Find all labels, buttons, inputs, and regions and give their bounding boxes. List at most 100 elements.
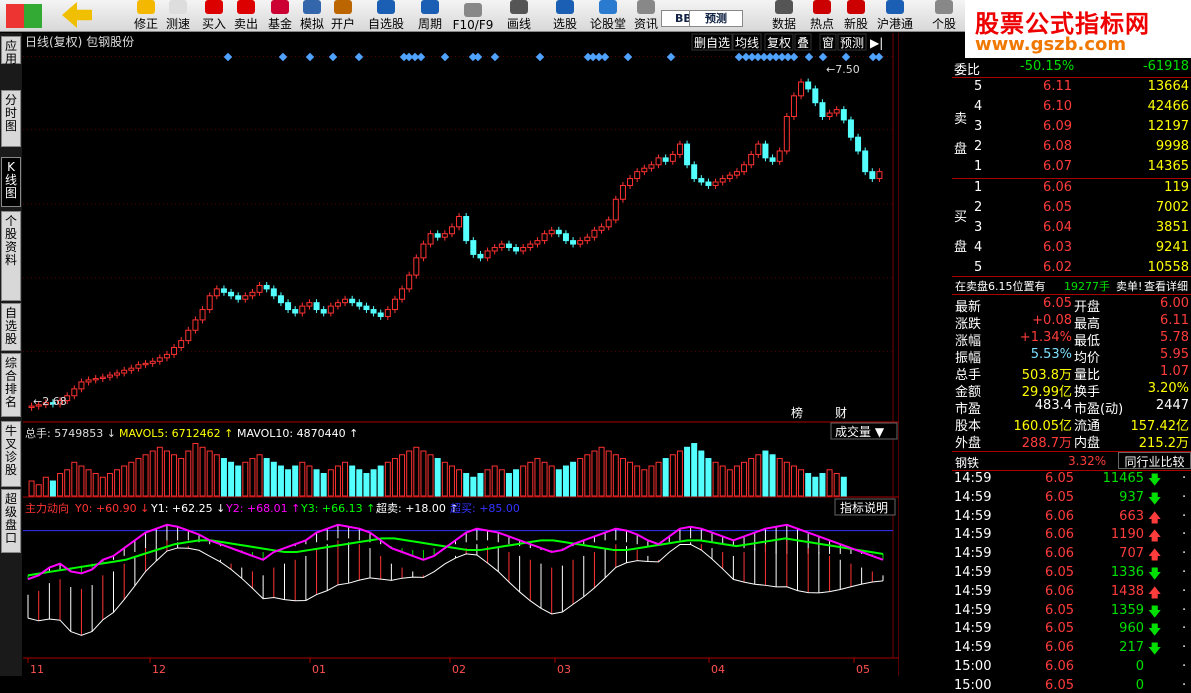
tick-price: 6.05: [1045, 565, 1074, 580]
volume-bar: [206, 450, 213, 497]
toolbar-icon: [169, 0, 187, 14]
toolbar-label: 画线: [506, 17, 531, 31]
candle-body: [527, 243, 534, 249]
toolbar-button-2[interactable]: 买入: [196, 0, 232, 32]
tick-dot: ·: [1182, 677, 1187, 693]
buy-volume: 9241: [1155, 240, 1189, 255]
candle-body: [199, 309, 206, 321]
candle-body: [263, 284, 270, 290]
candle-body: [377, 312, 384, 317]
app-logo-icon[interactable]: [6, 4, 42, 28]
volume-bar: [28, 480, 35, 497]
candle-body: [705, 181, 712, 186]
candle-body: [748, 153, 755, 166]
view-detail-link[interactable]: 查看详细: [1144, 278, 1188, 294]
candle-body: [798, 81, 805, 97]
toolbar-icon: [510, 0, 528, 14]
toolbar-icon: [377, 0, 395, 14]
volume-bar: [655, 461, 662, 497]
candle-body: [142, 362, 149, 366]
vtab-7[interactable]: 超级盘口: [1, 489, 21, 553]
toolbar-button-17[interactable]: 沪港通: [877, 0, 913, 32]
vtab-2[interactable]: K线图: [1, 157, 21, 207]
toolbar-label: 开户: [330, 17, 355, 31]
candle-body: [726, 174, 733, 180]
candle-body: [406, 274, 413, 290]
candle-body: [541, 233, 548, 242]
tick-dot: ·: [1182, 489, 1187, 505]
volume-bar: [570, 461, 577, 497]
candle-body: [855, 136, 862, 152]
vtab-5[interactable]: 综合排名: [1, 353, 21, 417]
toolbar-label: 卖出: [233, 17, 258, 31]
toolbar-button-12[interactable]: 论股堂: [590, 0, 626, 32]
volume-bar: [121, 465, 128, 497]
volume-bar: [562, 465, 569, 497]
candle-body: [755, 143, 762, 155]
toolbar-button-7[interactable]: 自选股: [368, 0, 404, 32]
toolbar-button-8[interactable]: 周期: [412, 0, 448, 32]
toolbar-button-3[interactable]: 卖出: [228, 0, 264, 32]
toolbar-icon: [464, 3, 482, 17]
candle-body: [178, 340, 185, 348]
toolbar-button-9[interactable]: F10/F9: [453, 0, 493, 32]
toolbar-label: 资讯: [633, 17, 658, 31]
volume-bar: [805, 473, 812, 497]
chart-tool-label: 叠: [797, 36, 809, 50]
sector-compare-button[interactable]: 同行业比较: [1118, 452, 1191, 469]
toolbar-icon: [421, 0, 439, 14]
sell-price: 6.08: [1043, 139, 1072, 154]
candle-body: [220, 288, 227, 293]
toolbar-button-13[interactable]: 资讯: [628, 0, 664, 32]
sell-level: 1: [974, 159, 983, 174]
candle-body: [228, 291, 235, 297]
candle-body: [306, 302, 313, 307]
candle-body: [242, 295, 249, 300]
toolbar-button-11[interactable]: 选股: [547, 0, 583, 32]
volume-bar: [591, 450, 598, 497]
vtab-6[interactable]: 牛叉诊股: [1, 421, 21, 487]
volume-bar: [57, 473, 64, 497]
candle-body: [769, 157, 776, 162]
tick-price: 6.06: [1045, 659, 1074, 674]
toolbar-button-0[interactable]: 修正: [128, 0, 164, 32]
vtab-1[interactable]: 分时图: [1, 90, 21, 147]
candle-body: [299, 305, 306, 314]
candle-body: [334, 302, 341, 307]
volume-bar: [106, 473, 113, 497]
toolbar-label: 个股: [931, 17, 956, 31]
volume-bar: [441, 461, 448, 497]
toolbar-button-1[interactable]: 测速: [160, 0, 196, 32]
toolbar-button-10[interactable]: 画线: [501, 0, 537, 32]
volume-bar: [733, 465, 740, 497]
tick-dot: ·: [1182, 508, 1187, 524]
candle-body: [192, 319, 199, 331]
vtab-3[interactable]: 个股资料: [1, 211, 21, 301]
toolbar-button-18[interactable]: 个股: [926, 0, 962, 32]
candle-body: [741, 164, 748, 173]
volume-bar: [598, 446, 605, 497]
toolbar-button-16[interactable]: 新股: [838, 0, 874, 32]
down-arrow-icon: 🡇: [1148, 642, 1162, 658]
toolbar-button-6[interactable]: 开户: [325, 0, 361, 32]
volume-bar: [634, 465, 641, 497]
volume-bar: [612, 454, 619, 497]
toolbar-button-4[interactable]: 基金: [262, 0, 298, 32]
volume-bar: [384, 461, 391, 497]
tick-volume: 0: [1135, 677, 1144, 693]
buy-price: 6.02: [1043, 260, 1072, 275]
vtab-4[interactable]: 自选股: [1, 303, 21, 351]
toolbar-mini-button[interactable]: 预测: [689, 10, 743, 27]
toolbar-button-15[interactable]: 热点: [804, 0, 840, 32]
candle-body: [584, 236, 591, 242]
volume-bar: [149, 450, 156, 497]
sell-price: 6.11: [1043, 79, 1072, 94]
stat-value: 288.7万: [1021, 436, 1072, 451]
volume-bar: [320, 473, 327, 497]
vtab-0[interactable]: 应用: [1, 36, 21, 66]
toolbar-button-14[interactable]: 数据: [766, 0, 802, 32]
back-arrow-icon[interactable]: [62, 2, 92, 28]
vol-mavol5: MAVOL5: 6712462 ↑: [119, 427, 233, 440]
sell-volume: 42466: [1147, 99, 1189, 114]
sell-price: 6.09: [1043, 119, 1072, 134]
